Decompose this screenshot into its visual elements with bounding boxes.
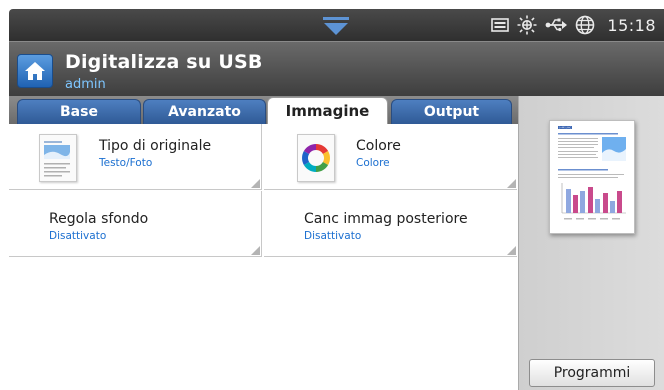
document-preview[interactable]: SAMSUNG xyxy=(549,120,635,234)
option-value: Testo/Foto xyxy=(99,157,153,169)
option-value: Disattivato xyxy=(49,230,107,242)
pull-down-handle-icon[interactable] xyxy=(321,16,351,38)
status-clock: 15:18 xyxy=(607,15,656,35)
home-button[interactable] xyxy=(17,54,53,88)
corner-indicator-icon xyxy=(251,179,260,188)
preview-panel: SAMSUNG Programmi xyxy=(518,96,664,390)
back-image-erase-option[interactable]: Canc immag posteriore Disattivato xyxy=(264,191,517,257)
tab-output[interactable]: Output xyxy=(391,99,512,124)
option-value: Colore xyxy=(356,157,390,169)
corner-indicator-icon xyxy=(507,179,516,188)
status-bar: 15:18 xyxy=(9,9,664,41)
tray-icon[interactable] xyxy=(491,15,510,35)
color-option[interactable]: Colore Colore xyxy=(264,124,517,190)
tab-bar: Base Avanzato Immagine Output xyxy=(9,96,518,124)
page-title: Digitalizza su USB xyxy=(65,51,263,73)
background-adjust-option[interactable]: Regola sfondo Disattivato xyxy=(9,191,262,257)
app-header: Digitalizza su USB admin xyxy=(9,41,664,97)
color-wheel-icon xyxy=(297,134,335,182)
toner-sun-icon[interactable] xyxy=(517,15,537,35)
corner-indicator-icon xyxy=(507,246,516,255)
corner-indicator-icon xyxy=(251,246,260,255)
text-photo-icon xyxy=(39,134,77,182)
option-label: Regola sfondo xyxy=(49,211,149,227)
globe-icon[interactable] xyxy=(575,15,595,35)
app-frame: 15:18 Digitalizza su USB admin Base Avan… xyxy=(9,9,664,390)
preview-brand-logo: SAMSUNG xyxy=(558,126,571,130)
option-value: Disattivato xyxy=(304,230,362,242)
tab-immagine[interactable]: Immagine xyxy=(267,97,388,124)
home-icon xyxy=(25,62,45,80)
original-type-option[interactable]: Tipo di originale Testo/Foto xyxy=(9,124,262,190)
tab-avanzato[interactable]: Avanzato xyxy=(143,99,266,124)
user-name: admin xyxy=(65,77,106,92)
usb-icon[interactable] xyxy=(545,15,568,35)
tab-base[interactable]: Base xyxy=(17,99,141,124)
option-label: Colore xyxy=(356,138,401,154)
options-panel: Tipo di originale Testo/Foto Colore Colo… xyxy=(9,124,518,390)
programs-button[interactable]: Programmi xyxy=(529,359,655,387)
status-icons: 15:18 xyxy=(491,9,656,41)
option-label: Tipo di originale xyxy=(99,138,212,154)
option-label: Canc immag posteriore xyxy=(304,211,468,227)
